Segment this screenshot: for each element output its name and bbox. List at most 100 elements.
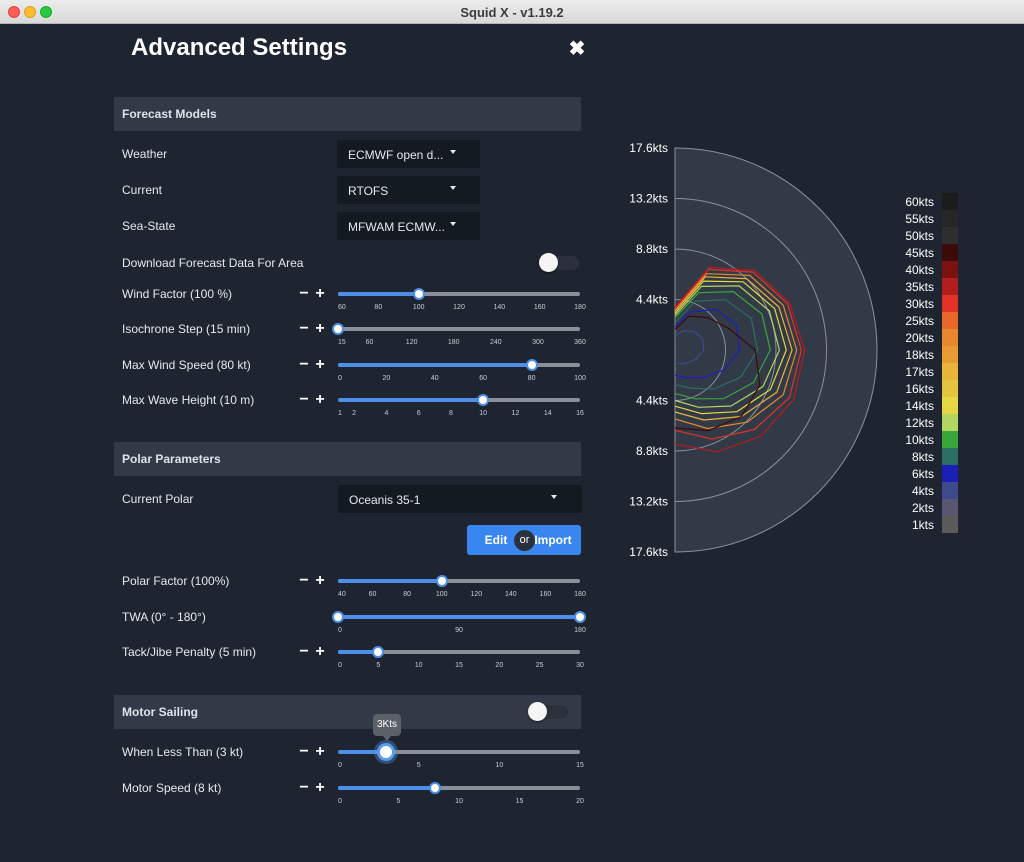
legend-item: 40kts [880,261,960,278]
legend-swatch [942,295,958,312]
slider-tick-label: 180 [447,339,460,346]
slider-tick-label: 90 [455,627,463,634]
slider-thumb[interactable] [412,288,425,300]
tack-jibe-slider[interactable] [338,646,580,658]
when-less-than-stepper: − + [298,744,328,761]
slider-thumb[interactable] [525,359,538,371]
increment-button[interactable]: + [314,744,326,760]
motor-speed-slider[interactable] [338,782,580,794]
caret-down-icon [450,222,456,226]
slider-thumb[interactable] [477,394,490,406]
legend-item: 4kts [880,482,960,499]
when-less-than-slider[interactable] [338,743,580,761]
polar-factor-label: Polar Factor (100%) [122,574,230,588]
slider-thumb[interactable] [372,646,385,658]
twa-ticks: 0 90 180 [338,627,586,637]
slider-tick-label: 120 [453,304,465,311]
weather-label: Weather [122,147,168,161]
slider-tick-label: 140 [493,304,506,311]
close-icon[interactable]: ✖ [566,38,588,60]
window-title-bar: Squid X - v1.19.2 [0,0,1024,24]
polar-factor-ticks: 40 60 80 100 120 140 160 180 [338,591,586,601]
section-title: Motor Sailing [122,705,198,719]
legend-item: 16kts [880,380,960,397]
slider-track [338,327,580,331]
toggle-knob [528,702,547,721]
legend-label: 2kts [911,501,934,515]
decrement-button[interactable]: − [298,780,310,796]
decrement-button[interactable]: − [298,744,310,760]
slider-thumb[interactable] [435,575,448,587]
twa-range-slider[interactable] [332,611,586,623]
caret-down-icon [551,495,557,499]
legend-item: 30kts [880,295,960,312]
decrement-button[interactable]: − [298,286,310,302]
radial-axis-label: 17.6kts [629,141,668,155]
increment-button[interactable]: + [314,392,326,408]
legend-swatch [942,380,958,397]
max-wave-height-slider[interactable] [338,394,580,406]
section-title: Polar Parameters [122,452,221,466]
slider-tick-label: 10 [455,798,463,805]
slider-tick-label: 60 [338,304,346,311]
decrement-button[interactable]: − [298,573,310,589]
sea-state-label: Sea-State [122,219,176,233]
section-title: Forecast Models [122,107,217,121]
current-dropdown[interactable]: RTOFS [337,176,480,204]
legend-swatch [942,312,958,329]
decrement-button[interactable]: − [298,644,310,660]
slider-tick-label: 1 [338,410,342,417]
wind-factor-ticks: 60 80 100 120 140 160 180 [338,304,586,314]
download-forecast-label: Download Forecast Data For Area [122,256,304,270]
slider-thumb[interactable] [377,743,396,761]
increment-button[interactable]: + [314,357,326,373]
weather-dropdown[interactable]: ECMWF open d... [337,140,480,168]
legend-label: 25kts [905,314,934,328]
increment-button[interactable]: + [314,644,326,660]
wind-factor-slider[interactable] [338,288,580,300]
slider-tick-label: 8 [448,410,453,417]
increment-button[interactable]: + [314,573,326,589]
slider-tick-label: 15 [515,798,524,805]
slider-tick-label: 20 [495,662,504,669]
slider-tick-label: 180 [574,627,586,634]
isochrone-step-slider[interactable] [332,323,580,335]
legend-label: 55kts [905,212,934,226]
decrement-button[interactable]: − [298,357,310,373]
slider-thumb[interactable] [428,782,441,794]
legend-item: 45kts [880,244,960,261]
increment-button[interactable]: + [314,780,326,796]
slider-tick-label: 0 [338,627,342,634]
slider-tick-label: 20 [576,798,584,805]
legend-item: 12kts [880,414,960,431]
download-forecast-toggle[interactable] [539,253,579,272]
slider-tick-label: 2 [352,410,357,417]
or-separator: or [514,530,535,551]
motor-sailing-toggle[interactable] [528,702,568,721]
legend-item: 14kts [880,397,960,414]
slider-thumb[interactable] [332,323,344,335]
increment-button[interactable]: + [314,286,326,302]
slider-tick-label: 160 [533,304,546,311]
sea-state-dropdown[interactable]: MFWAM ECMW... [337,212,480,240]
max-wind-speed-slider[interactable] [338,359,580,371]
tack-jibe-ticks: 0 5 10 15 20 25 30 [338,662,584,672]
legend-item: 6kts [880,465,960,482]
slider-thumb-low[interactable] [332,611,344,623]
slider-tick-label: 80 [374,304,383,311]
increment-button[interactable]: + [314,321,326,337]
legend-swatch [942,346,958,363]
legend-label: 45kts [905,246,934,260]
legend-swatch [942,261,958,278]
current-polar-dropdown[interactable]: Oceanis 35-1 [338,485,582,513]
polar-factor-slider[interactable] [338,575,580,587]
slider-tick-label: 14 [543,410,552,417]
slider-thumb-high[interactable] [574,611,586,623]
slider-tick-label: 15 [455,662,463,669]
decrement-button[interactable]: − [298,321,310,337]
legend-label: 14kts [905,399,934,413]
legend-label: 50kts [905,229,934,243]
slider-tick-label: 120 [470,591,483,598]
decrement-button[interactable]: − [298,392,310,408]
legend-item: 60kts [880,193,960,210]
